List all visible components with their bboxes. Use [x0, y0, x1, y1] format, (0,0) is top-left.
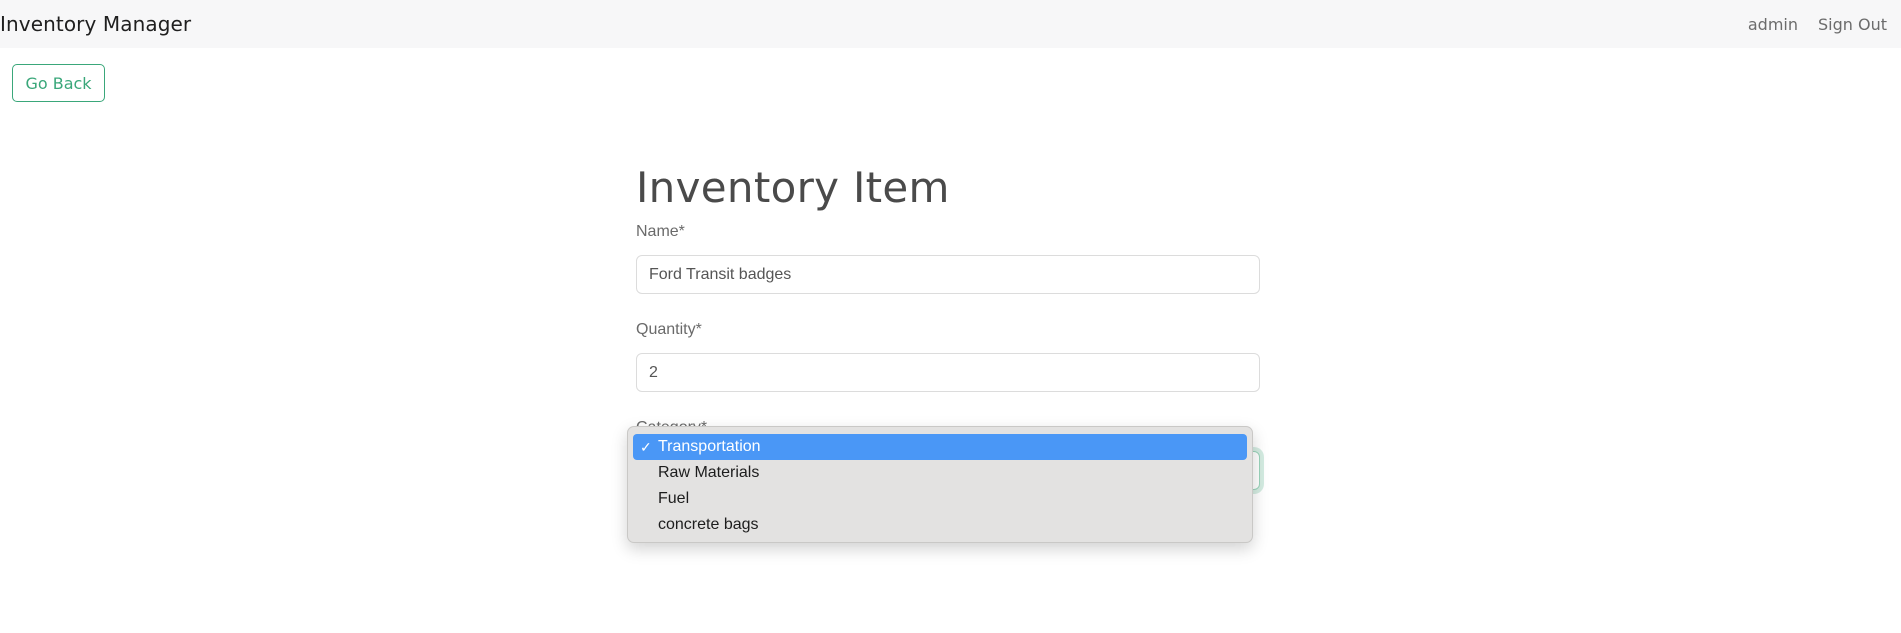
option-label: Fuel — [658, 490, 690, 507]
category-option-raw-materials[interactable]: Raw Materials — [633, 460, 1247, 486]
nav-right: admin Sign Out — [1748, 15, 1887, 34]
checkmark-icon: ✓ — [640, 439, 652, 455]
quantity-label: Quantity* — [636, 321, 702, 338]
top-navbar: Inventory Manager admin Sign Out — [0, 0, 1901, 48]
option-label: Raw Materials — [658, 464, 760, 481]
category-option-transportation[interactable]: ✓ Transportation — [633, 434, 1247, 460]
option-label: Transportation — [658, 438, 761, 455]
page-title: Inventory Item — [636, 163, 950, 212]
name-label: Name* — [636, 223, 685, 240]
category-option-concrete-bags[interactable]: concrete bags — [633, 512, 1247, 538]
name-input-value: Ford Transit badges — [649, 265, 792, 283]
go-back-button[interactable]: Go Back — [12, 64, 105, 102]
category-dropdown-menu: ✓ Transportation Raw Materials Fuel conc… — [627, 426, 1253, 543]
sign-out-link[interactable]: Sign Out — [1818, 15, 1887, 34]
quantity-input-value: 2 — [649, 363, 658, 381]
name-input[interactable]: Ford Transit badges — [636, 255, 1260, 294]
app-title[interactable]: Inventory Manager — [0, 12, 191, 36]
category-option-fuel[interactable]: Fuel — [633, 486, 1247, 512]
quantity-input[interactable]: 2 — [636, 353, 1260, 392]
user-link[interactable]: admin — [1748, 15, 1798, 34]
option-label: concrete bags — [658, 516, 759, 533]
